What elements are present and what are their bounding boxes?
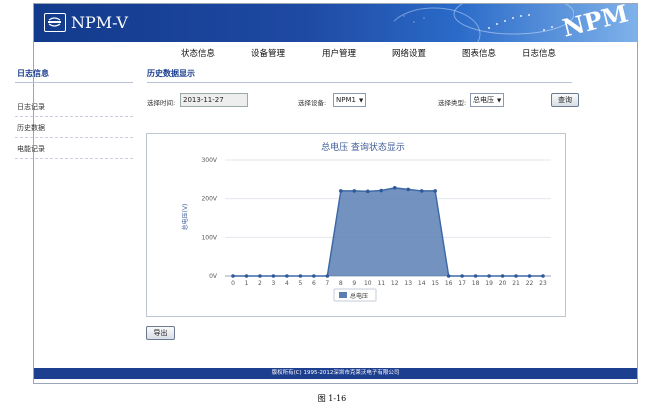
- data-point: [379, 188, 384, 193]
- nav-item-network[interactable]: 网络设置: [392, 47, 426, 59]
- data-point: [487, 274, 491, 278]
- data-point: [312, 274, 316, 278]
- header-banner: NPM-V NPM: [34, 4, 637, 42]
- x-tick-label: 23: [539, 280, 547, 287]
- data-point: [392, 186, 397, 190]
- query-button[interactable]: 查询: [551, 93, 579, 107]
- data-point: [365, 189, 370, 194]
- data-point: [285, 274, 289, 278]
- data-point: [352, 189, 357, 193]
- logo-icon: [44, 13, 66, 32]
- x-tick-label: 21: [512, 280, 520, 287]
- x-tick-label: 5: [298, 280, 302, 287]
- x-tick-label: 17: [458, 280, 466, 287]
- legend-swatch: [339, 292, 347, 298]
- data-point: [339, 189, 343, 193]
- chart-panel: 总电压 查询状态显示 0V 100V 200V 300V 总电压(V) 0123456…: [146, 133, 566, 317]
- nav-item-device[interactable]: 设备管理: [251, 47, 285, 59]
- x-tick-label: 14: [418, 280, 426, 287]
- x-tick-label: 6: [312, 280, 316, 287]
- data-point: [325, 274, 330, 278]
- divider: [147, 82, 572, 83]
- x-tick-label: 1: [245, 280, 249, 287]
- data-point: [244, 274, 249, 278]
- x-tick-label: 15: [431, 280, 439, 287]
- sidebar-item-history-data[interactable]: 历史数据: [17, 123, 45, 133]
- x-tick-label: 8: [339, 280, 343, 287]
- header-decoration-graphic: [394, 4, 574, 42]
- top-nav: 状态信息 设备管理 用户管理 网络设置 图表信息 日志信息: [34, 42, 637, 60]
- app-title: NPM-V: [71, 13, 128, 32]
- x-tick-label: 11: [377, 280, 385, 287]
- chevron-down-icon: ▼: [497, 98, 502, 104]
- x-tick-label: 4: [285, 280, 289, 287]
- divider: [15, 82, 133, 83]
- voltage-area-chart: 总电压 查询状态显示 0V100V200V300V 总电压(V) 0123456…: [181, 141, 551, 302]
- x-tick-label: 19: [485, 280, 493, 287]
- data-point: [258, 274, 262, 278]
- data-point: [271, 274, 276, 278]
- copyright-text: 版权所有(C) 1995-2012深圳市克莱沃电子有限公司: [271, 370, 400, 376]
- y-axis-label: 总电压(V): [181, 204, 189, 231]
- y-tick-label: 0V: [209, 273, 218, 280]
- divider: [15, 158, 133, 159]
- legend-label: 总电压: [350, 292, 368, 300]
- chart-title: 总电压 查询状态显示: [321, 141, 405, 153]
- x-tick-label: 18: [472, 280, 480, 287]
- sidebar-item-energy-records[interactable]: 电能记录: [17, 144, 45, 154]
- x-tick-label: 2: [258, 280, 262, 287]
- x-tick-label: 12: [391, 280, 399, 287]
- nav-item-charts[interactable]: 图表信息: [462, 47, 496, 59]
- y-tick-label: 100V: [201, 234, 217, 241]
- data-point: [419, 189, 424, 193]
- nav-item-status[interactable]: 状态信息: [181, 47, 215, 59]
- x-tick-label: 7: [325, 280, 329, 287]
- x-tick-label: 0: [231, 280, 235, 287]
- y-tick-label: 300V: [201, 157, 217, 164]
- data-point: [460, 274, 464, 278]
- x-tick-label: 9: [352, 280, 356, 287]
- data-point: [446, 274, 451, 278]
- data-point: [231, 274, 235, 278]
- data-point: [433, 189, 437, 193]
- chevron-down-icon: ▼: [358, 98, 364, 104]
- page-title: 历史数据显示: [147, 69, 195, 78]
- sidebar-title: 日志信息: [17, 69, 49, 78]
- type-select[interactable]: 总电压 ▼: [470, 93, 505, 107]
- data-point: [514, 274, 518, 278]
- sidebar-item-log-records[interactable]: 日志记录: [17, 102, 45, 112]
- nav-item-logs[interactable]: 日志信息: [522, 47, 556, 59]
- export-button[interactable]: 导出: [146, 326, 175, 340]
- type-label: 选择类型:: [438, 99, 467, 107]
- x-tick-label: 3: [272, 280, 276, 287]
- device-select-value: NPM1: [336, 96, 356, 104]
- x-tick-label: 13: [404, 280, 412, 287]
- data-point: [527, 274, 532, 278]
- divider: [15, 137, 133, 138]
- device-label: 选择设备:: [298, 99, 327, 107]
- figure-caption: 图 1-16: [317, 394, 347, 403]
- y-tick-label: 200V: [201, 196, 217, 203]
- series-area: [233, 187, 543, 276]
- footer-bar: 版权所有(C) 1995-2012深圳市克莱沃电子有限公司: [34, 368, 637, 379]
- type-select-value: 总电压: [473, 96, 494, 104]
- nav-item-user[interactable]: 用户管理: [322, 47, 356, 59]
- data-point: [541, 274, 545, 278]
- time-label: 选择时间:: [147, 99, 176, 107]
- data-point: [298, 274, 303, 278]
- x-tick-label: 16: [445, 280, 453, 287]
- date-field[interactable]: 2013-11-27: [180, 93, 248, 107]
- device-select[interactable]: NPM1 ▼: [333, 93, 367, 107]
- x-tick-label: 20: [499, 280, 507, 287]
- x-tick-label: 10: [364, 280, 372, 287]
- x-tick-label: 22: [526, 280, 534, 287]
- data-point: [500, 274, 505, 278]
- data-point: [406, 187, 411, 192]
- data-point: [473, 274, 478, 278]
- divider: [15, 116, 133, 117]
